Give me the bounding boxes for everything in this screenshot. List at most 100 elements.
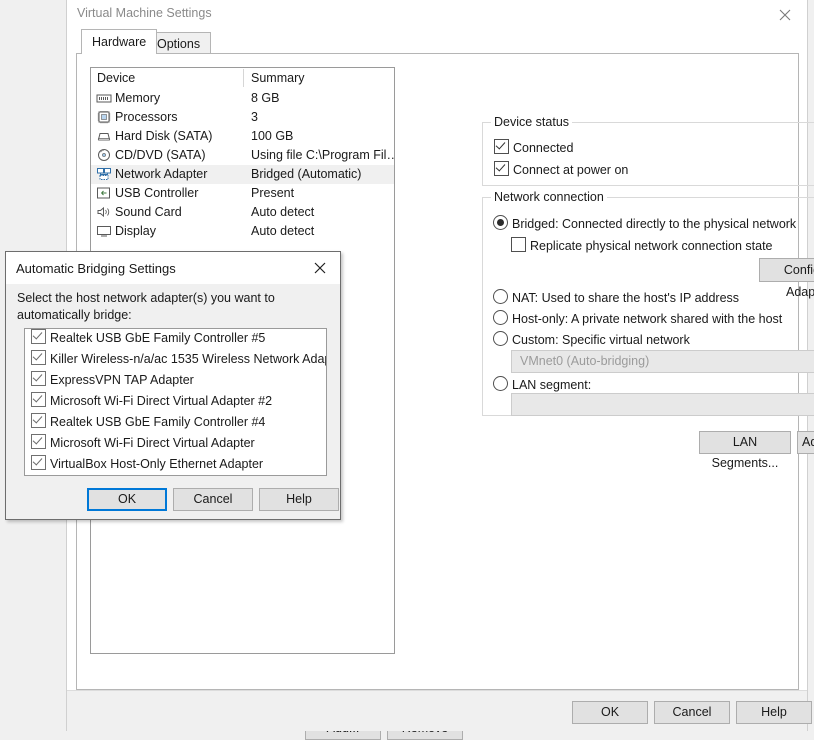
close-icon[interactable] [300, 252, 340, 284]
device-name: Processors [115, 110, 178, 124]
device-summary: Bridged (Automatic) [251, 167, 362, 181]
automatic-bridging-settings-dialog: Automatic Bridging Settings Select the h… [5, 251, 341, 520]
adapter-list-item[interactable]: Microsoft Wi-Fi Direct Virtual Adapter [25, 434, 326, 455]
device-summary: Present [251, 186, 295, 200]
lan-segments-button[interactable]: LAN Segments... [699, 431, 791, 470]
device-name: CD/DVD (SATA) [115, 148, 206, 162]
connect-at-power-on-label: Connect at power on [513, 163, 629, 177]
device-row-memory[interactable]: Memory 8 GB [91, 89, 394, 108]
replicate-state-checkbox[interactable]: Replicate physical network connection st… [511, 237, 773, 253]
nat-radio[interactable]: NAT: Used to share the host's IP address [493, 289, 739, 305]
lan-segment-dropdown[interactable] [511, 393, 814, 416]
device-summary: 3 [251, 110, 258, 124]
window-footer: OK Cancel Help [67, 690, 812, 731]
network-adapter-icon [96, 167, 112, 182]
device-status-group: Device status Connected Connect at power… [482, 115, 814, 186]
sound-card-icon [96, 205, 112, 220]
device-name: USB Controller [115, 186, 199, 200]
device-name: Display [115, 224, 156, 238]
dialog-cancel-button[interactable]: Cancel [173, 488, 253, 511]
adapter-label: Realtek USB GbE Family Controller #4 [50, 415, 266, 429]
dialog-help-button[interactable]: Help [259, 488, 339, 511]
advanced-button[interactable]: Advanced... [797, 431, 814, 454]
memory-icon [96, 91, 112, 106]
help-button[interactable]: Help [736, 701, 812, 724]
dialog-ok-button[interactable]: OK [87, 488, 167, 511]
device-row-hard-disk[interactable]: Hard Disk (SATA) 100 GB [91, 127, 394, 146]
dialog-titlebar: Automatic Bridging Settings [6, 252, 340, 284]
column-header-summary: Summary [251, 71, 305, 85]
host-only-radio[interactable]: Host-only: A private network shared with… [493, 310, 782, 326]
custom-label: Custom: Specific virtual network [512, 333, 690, 347]
checkbox-box [31, 392, 46, 407]
ok-button[interactable]: OK [572, 701, 648, 724]
checkbox-box [31, 413, 46, 428]
device-summary: Auto detect [251, 224, 315, 238]
radio-dot [493, 310, 508, 325]
column-header-device: Device [97, 71, 136, 85]
device-summary: 100 GB [251, 129, 294, 143]
usb-icon [96, 186, 112, 201]
device-row-cd-dvd[interactable]: CD/DVD (SATA) Using file C:\Program Fil… [91, 146, 394, 165]
adapter-list[interactable]: Realtek USB GbE Family Controller #5 Kil… [24, 328, 327, 476]
checkbox-box [511, 237, 526, 252]
device-row-network-adapter[interactable]: Network Adapter Bridged (Automatic) [91, 165, 394, 184]
checkbox-box [31, 434, 46, 449]
bridged-label: Bridged: Connected directly to the physi… [512, 217, 797, 231]
device-row-display[interactable]: Display Auto detect [91, 222, 394, 241]
window-titlebar: Virtual Machine Settings [67, 0, 807, 29]
custom-radio[interactable]: Custom: Specific virtual network [493, 331, 690, 347]
radio-dot [493, 331, 508, 346]
lan-segment-radio[interactable]: LAN segment: [493, 376, 591, 392]
adapter-label: ExpressVPN TAP Adapter [50, 373, 194, 387]
adapter-list-item[interactable]: ExpressVPN TAP Adapter [25, 371, 326, 392]
checkbox-box [494, 161, 509, 176]
host-only-label: Host-only: A private network shared with… [512, 312, 783, 326]
adapter-list-item[interactable]: Killer Wireless-n/a/ac 1535 Wireless Net… [25, 350, 326, 371]
display-icon [96, 224, 112, 239]
connected-checkbox[interactable]: Connected [494, 139, 573, 155]
window-title: Virtual Machine Settings [77, 6, 212, 20]
processor-icon [96, 110, 112, 125]
adapter-list-item[interactable]: Microsoft Wi-Fi Direct Virtual Adapter #… [25, 392, 326, 413]
connect-at-power-on-checkbox[interactable]: Connect at power on [494, 161, 628, 177]
adapter-list-item[interactable]: Realtek USB GbE Family Controller #5 [25, 329, 326, 350]
device-list-header: Device Summary [91, 68, 394, 89]
custom-network-dropdown[interactable]: VMnet0 (Auto-bridging) [511, 350, 814, 373]
device-row-processors[interactable]: Processors 3 [91, 108, 394, 127]
tab-hardware[interactable]: Hardware [81, 29, 158, 54]
configure-adapters-button[interactable]: Configure Adapters [759, 258, 814, 299]
cancel-button[interactable]: Cancel [654, 701, 730, 724]
adapter-label: Microsoft Wi-Fi Direct Virtual Adapter #… [50, 394, 273, 408]
radio-dot [493, 215, 508, 230]
checkbox-box [31, 350, 46, 365]
device-name: Sound Card [115, 205, 182, 219]
adapter-label: Microsoft Wi-Fi Direct Virtual Adapter [50, 436, 255, 450]
adapter-label: VirtualBox Host-Only Ethernet Adapter [50, 457, 264, 471]
device-row-usb-controller[interactable]: USB Controller Present [91, 184, 394, 203]
lan-segment-label: LAN segment: [512, 378, 592, 392]
checkbox-box [31, 329, 46, 344]
device-summary: Using file C:\Program Fil… [251, 148, 395, 162]
dialog-title: Automatic Bridging Settings [16, 261, 176, 276]
cd-dvd-icon [96, 148, 112, 163]
adapter-list-item[interactable]: Realtek USB GbE Family Controller #4 [25, 413, 326, 434]
adapter-label: Killer Wireless-n/a/ac 1535 Wireless Net… [50, 352, 327, 366]
column-divider [243, 69, 244, 87]
replicate-label: Replicate physical network connection st… [530, 239, 773, 253]
device-summary: 8 GB [251, 91, 280, 105]
device-name: Memory [115, 91, 161, 105]
dialog-instruction: Select the host network adapter(s) you w… [17, 291, 275, 322]
adapter-list-item[interactable]: VirtualBox Host-Only Ethernet Adapter [25, 455, 326, 475]
connected-label: Connected [513, 141, 574, 155]
device-name: Network Adapter [115, 167, 208, 181]
hard-disk-icon [96, 129, 112, 144]
device-status-legend: Device status [491, 115, 573, 129]
close-icon[interactable] [762, 0, 807, 29]
bridged-radio[interactable]: Bridged: Connected directly to the physi… [493, 215, 796, 231]
nat-label: NAT: Used to share the host's IP address [512, 291, 740, 305]
checkbox-box [494, 139, 509, 154]
device-row-sound-card[interactable]: Sound Card Auto detect [91, 203, 394, 222]
radio-dot [493, 289, 508, 304]
device-name: Hard Disk (SATA) [115, 129, 213, 143]
